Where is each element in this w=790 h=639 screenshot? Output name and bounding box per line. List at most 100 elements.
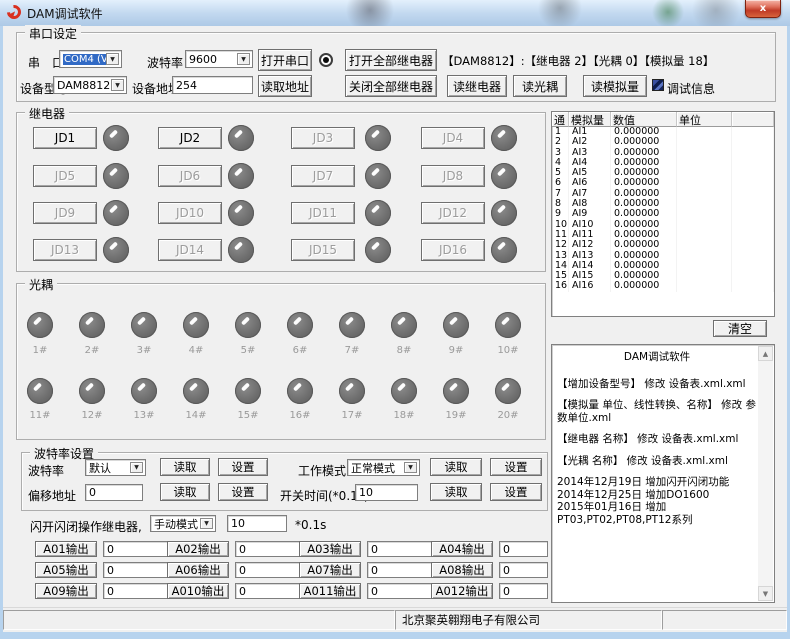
output-input-A06输出[interactable]: 0 xyxy=(235,562,309,578)
offset-set-button[interactable]: 设置 xyxy=(218,483,268,501)
output-button-A011输出[interactable]: A011输出 xyxy=(299,583,361,599)
output-input-A01输出[interactable]: 0 xyxy=(103,541,177,557)
relay-button-JD13[interactable]: JD13 xyxy=(33,239,97,261)
relay-button-JD6[interactable]: JD6 xyxy=(158,165,222,187)
output-button-A010输出[interactable]: A010输出 xyxy=(167,583,229,599)
table-cell xyxy=(732,271,774,281)
offset-addr-input[interactable]: 0 xyxy=(85,484,143,501)
open-all-relays-button[interactable]: 打开全部继电器 xyxy=(345,49,437,71)
relay-button-JD5[interactable]: JD5 xyxy=(33,165,97,187)
relay-button-JD14[interactable]: JD14 xyxy=(158,239,222,261)
device-addr-input[interactable]: 254 xyxy=(172,76,253,94)
open-port-button[interactable]: 打开串口 xyxy=(258,49,312,71)
table-row[interactable]: 5AI50.000000 xyxy=(552,168,774,178)
relay-button-JD1[interactable]: JD1 xyxy=(33,127,97,149)
table-row[interactable]: 7AI70.000000 xyxy=(552,189,774,199)
scroll-down-icon[interactable]: ▼ xyxy=(758,586,773,601)
table-row[interactable]: 12AI120.000000 xyxy=(552,240,774,250)
output-button-A05输出[interactable]: A05输出 xyxy=(35,562,97,578)
output-button-A07输出[interactable]: A07输出 xyxy=(299,562,361,578)
output-input-A03输出[interactable]: 0 xyxy=(367,541,441,557)
close-button[interactable]: x xyxy=(745,0,781,18)
chevron-down-icon[interactable]: ▼ xyxy=(200,518,213,529)
table-row[interactable]: 4AI40.000000 xyxy=(552,158,774,168)
table-row[interactable]: 15AI150.000000 xyxy=(552,271,774,281)
switchtime-read-button[interactable]: 读取 xyxy=(430,483,482,501)
relay-button-JD12[interactable]: JD12 xyxy=(421,202,485,224)
chevron-down-icon[interactable]: ▼ xyxy=(106,53,119,65)
output-button-A06输出[interactable]: A06输出 xyxy=(167,562,229,578)
table-row[interactable]: 9AI90.000000 xyxy=(552,209,774,219)
baud-set-button[interactable]: 设置 xyxy=(218,458,268,476)
relay-button-JD16[interactable]: JD16 xyxy=(421,239,485,261)
info-scrollbar[interactable]: ▲ ▼ xyxy=(758,346,773,601)
relay-button-JD7[interactable]: JD7 xyxy=(291,165,355,187)
relay-button-JD10[interactable]: JD10 xyxy=(158,202,222,224)
relay-button-JD15[interactable]: JD15 xyxy=(291,239,355,261)
table-row[interactable]: 1AI10.000000 xyxy=(552,127,774,137)
output-input-A012输出[interactable]: 0 xyxy=(499,583,548,599)
switchtime-input[interactable]: 10 xyxy=(355,484,418,501)
output-button-A03输出[interactable]: A03输出 xyxy=(299,541,361,557)
output-input-A09输出[interactable]: 0 xyxy=(103,583,177,599)
table-row[interactable]: 2AI20.000000 xyxy=(552,137,774,147)
table-row[interactable]: 8AI80.000000 xyxy=(552,199,774,209)
clear-button[interactable]: 清空 xyxy=(713,320,767,337)
read-analog-button[interactable]: 读模拟量 xyxy=(583,75,647,97)
output-input-A08输出[interactable]: 0 xyxy=(499,562,548,578)
close-all-relays-button[interactable]: 关闭全部继电器 xyxy=(345,75,437,97)
relay-button-JD9[interactable]: JD9 xyxy=(33,202,97,224)
relay-button-JD11[interactable]: JD11 xyxy=(291,202,355,224)
opto-indicator-4# xyxy=(183,312,209,338)
baudrate-combobox[interactable]: 9600 ▼ xyxy=(185,50,253,68)
chevron-down-icon[interactable]: ▼ xyxy=(130,462,143,473)
analog-table[interactable]: 通模拟量数值单位 1AI10.0000002AI20.0000003AI30.0… xyxy=(551,111,775,317)
table-row[interactable]: 14AI140.000000 xyxy=(552,261,774,271)
port-combobox[interactable]: COM4 (V) ▼ xyxy=(59,50,122,68)
offset-read-button[interactable]: 读取 xyxy=(160,483,210,501)
table-row[interactable]: 13AI130.000000 xyxy=(552,251,774,261)
table-row[interactable]: 11AI110.000000 xyxy=(552,230,774,240)
device-model-combobox[interactable]: DAM8812 ▼ xyxy=(53,76,127,94)
chevron-down-icon[interactable]: ▼ xyxy=(237,53,250,65)
output-input-A010输出[interactable]: 0 xyxy=(235,583,309,599)
table-cell xyxy=(732,189,774,199)
output-button-A012输出[interactable]: A012输出 xyxy=(431,583,493,599)
chevron-down-icon[interactable]: ▼ xyxy=(111,79,124,91)
table-row[interactable]: 3AI30.000000 xyxy=(552,148,774,158)
relay-button-JD3[interactable]: JD3 xyxy=(291,127,355,149)
relay-button-JD4[interactable]: JD4 xyxy=(421,127,485,149)
scroll-up-icon[interactable]: ▲ xyxy=(758,346,773,361)
table-row[interactable]: 10AI100.000000 xyxy=(552,220,774,230)
relay-button-JD2[interactable]: JD2 xyxy=(158,127,222,149)
baud-read-button[interactable]: 读取 xyxy=(160,458,210,476)
read-relay-button[interactable]: 读继电器 xyxy=(447,75,507,97)
workmode-set-button[interactable]: 设置 xyxy=(490,458,542,476)
workmode-combobox[interactable]: 正常模式 ▼ xyxy=(347,459,420,476)
output-input-A04输出[interactable]: 0 xyxy=(499,541,548,557)
table-cell: AI9 xyxy=(569,209,611,219)
output-input-A07输出[interactable]: 0 xyxy=(367,562,441,578)
table-row[interactable]: 6AI60.000000 xyxy=(552,178,774,188)
analog-table-body: 1AI10.0000002AI20.0000003AI30.0000004AI4… xyxy=(552,127,774,292)
workmode-read-button[interactable]: 读取 xyxy=(430,458,482,476)
output-button-A02输出[interactable]: A02输出 xyxy=(167,541,229,557)
output-input-A02输出[interactable]: 0 xyxy=(235,541,309,557)
output-button-A01输出[interactable]: A01输出 xyxy=(35,541,97,557)
table-row[interactable]: 16AI160.000000 xyxy=(552,281,774,291)
output-button-A04输出[interactable]: A04输出 xyxy=(431,541,493,557)
output-button-A09输出[interactable]: A09输出 xyxy=(35,583,97,599)
opto-label-11#: 11# xyxy=(27,410,53,421)
output-input-A05输出[interactable]: 0 xyxy=(103,562,177,578)
table-cell: AI4 xyxy=(569,158,611,168)
switchtime-set-button[interactable]: 设置 xyxy=(490,483,542,501)
flash-mode-combobox[interactable]: 手动模式 ▼ xyxy=(150,515,216,532)
read-opto-button[interactable]: 读光耦 xyxy=(513,75,567,97)
flash-time-input[interactable]: 10 xyxy=(227,515,287,532)
output-button-A08输出[interactable]: A08输出 xyxy=(431,562,493,578)
chevron-down-icon[interactable]: ▼ xyxy=(404,462,417,473)
output-input-A011输出[interactable]: 0 xyxy=(367,583,441,599)
baudrate2-combobox[interactable]: 默认 ▼ xyxy=(85,459,146,476)
read-addr-button[interactable]: 读取地址 xyxy=(258,75,312,97)
relay-button-JD8[interactable]: JD8 xyxy=(421,165,485,187)
